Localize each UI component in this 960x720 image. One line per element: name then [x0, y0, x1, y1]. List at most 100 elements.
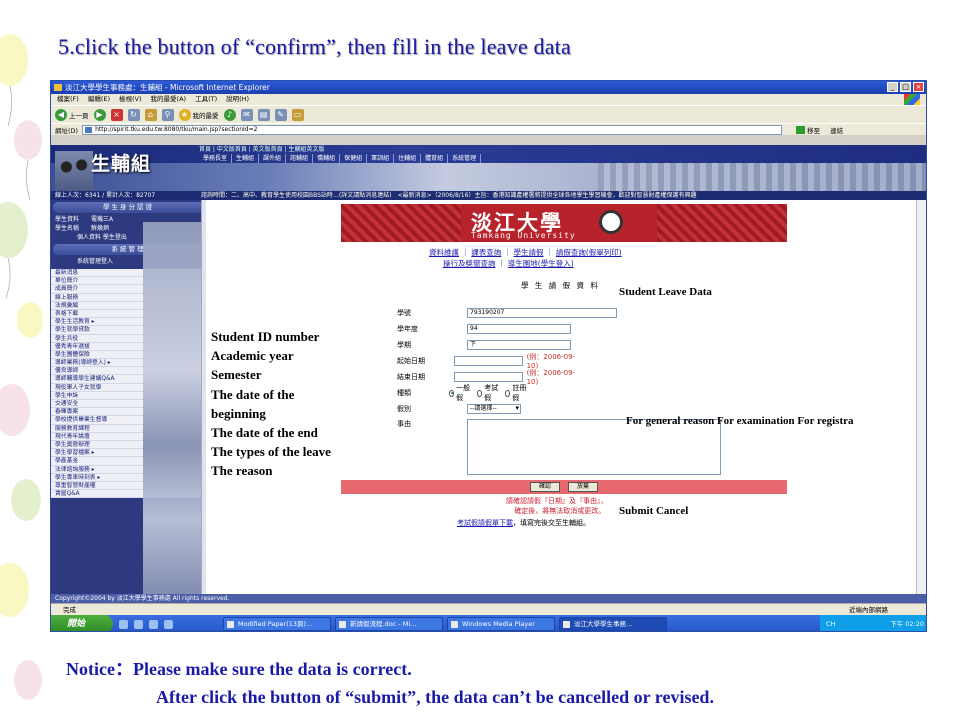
confirm-button[interactable]: 確認 — [529, 482, 560, 492]
tab-sports[interactable]: 體育組 — [421, 154, 449, 163]
tab-extracurricular[interactable]: 課外組 — [259, 154, 287, 163]
menu-help[interactable]: 說明(H) — [226, 94, 249, 105]
menu-view[interactable]: 檢視(V) — [119, 94, 142, 105]
tab-counseling[interactable]: 諮輔組 — [286, 154, 314, 163]
academic-year-field[interactable]: 94 — [467, 324, 571, 334]
quick-launch-icon[interactable] — [134, 619, 143, 629]
taskbar-item-paper[interactable]: Modified Paper(13頁)… — [223, 617, 331, 631]
go-arrow-icon — [796, 125, 806, 134]
end-date-field[interactable] — [453, 372, 523, 382]
link-conduct-query[interactable]: 操行及獎懲查詢 — [443, 259, 496, 268]
function-links: 資料維護 ｜ 課表查詢 ｜ 學生請假 ｜ 請假查詢(假單列印) 操行及獎懲查詢 … — [429, 248, 622, 268]
exam-form-download-link[interactable]: 考試假請假單下載 — [457, 519, 513, 527]
menu-favorites[interactable]: 我的最愛(A) — [151, 94, 187, 105]
forward-arrow-icon: ▶ — [93, 108, 106, 121]
close-button[interactable]: × — [913, 82, 924, 92]
start-date-field[interactable] — [453, 356, 523, 366]
maximize-button[interactable]: □ — [900, 82, 911, 92]
site-logo: 生輔組 — [91, 153, 152, 175]
tab-system[interactable]: 系統管理 — [448, 154, 482, 163]
go-button[interactable]: 移至 — [796, 125, 820, 135]
type-general-radio[interactable]: 一般假 — [448, 383, 471, 403]
link-data-maintenance[interactable]: 資料維護 — [429, 248, 459, 257]
sidebar-building-photo — [143, 222, 205, 594]
news-marquee[interactable]: 諮詢時間：二、高中、教育學生使用校園BBS站時…(詳文請點消息連結) <最新消息… — [201, 191, 696, 200]
tab-overseas[interactable]: 僑輔組 — [313, 154, 341, 163]
links-button[interactable]: 連結 — [830, 125, 843, 135]
taskbar-item-media-player[interactable]: Windows Media Player — [447, 617, 555, 631]
overlay-label: Student ID number — [211, 329, 320, 344]
overlay-label: The reason — [211, 463, 273, 479]
sidebar: 學生身分認證 學生資料 電機三A 學生名稱 鮮煥炳 個人資料 學生登出 系統管理… — [51, 200, 206, 603]
tab-housing[interactable]: 住輔組 — [394, 154, 422, 163]
exam-download: 考試假請假單下載，填寫完後交至生輔組。 — [457, 518, 590, 528]
overlay-whitebox — [349, 467, 381, 480]
window-titlebar: 淡江大學學生事務處：生輔組 - Microsoft Internet Explo… — [51, 81, 926, 94]
menu-tools[interactable]: 工具(T) — [195, 94, 217, 105]
sidebar-scrollbar[interactable] — [201, 200, 206, 603]
radio-icon — [504, 389, 511, 397]
link-timetable[interactable]: 課表查詢 — [471, 248, 501, 257]
quick-launch-icon[interactable] — [119, 619, 128, 629]
overlay-label: beginning — [211, 405, 266, 421]
search-button[interactable]: ⚲ — [161, 108, 174, 121]
link-leave-query[interactable]: 請假查詢(假單列印) — [556, 248, 622, 257]
refresh-button[interactable]: ↻ — [127, 108, 140, 121]
browser-toolbar: ◀ 上一頁 ▶ × ↻ ⌂ ⚲ ★ 我的最愛 ♪ ✉ ▤ ✎ ▭ — [51, 105, 926, 123]
quick-launch-icon[interactable] — [164, 619, 173, 629]
end-date-label: 結束日期 — [397, 373, 425, 381]
forward-button[interactable]: ▶ — [93, 108, 106, 121]
quick-launch-icon[interactable] — [149, 619, 158, 629]
quick-launch — [113, 619, 223, 629]
print-button[interactable]: ▤ — [257, 108, 270, 121]
tab-dean[interactable]: 學務長室 — [199, 154, 233, 163]
overlay-label: The date of the end — [211, 425, 318, 441]
messenger-button[interactable]: ▭ — [291, 108, 304, 121]
semester-field[interactable]: 下 — [467, 340, 571, 350]
type-registration-radio[interactable]: 註冊假 — [504, 383, 527, 403]
address-input[interactable]: http://spirit.tku.edu.tw:8080/tku/main.j… — [82, 124, 783, 135]
browser-statusbar: 完成 近端內部網路 — [51, 603, 926, 615]
link-student-leave[interactable]: 學生請假 — [514, 248, 544, 257]
address-label: 網址(D) — [55, 126, 79, 135]
tab-military[interactable]: 軍訓組 — [367, 154, 395, 163]
sidebar-section-auth: 學生身分認證 — [53, 202, 204, 213]
edit-button[interactable]: ✎ — [274, 108, 287, 121]
notice-line-1: Notice：Please make sure the data is corr… — [66, 659, 412, 679]
language-indicator[interactable]: CH — [826, 615, 835, 631]
favorites-button[interactable]: ★ 我的最愛 — [178, 108, 219, 121]
start-button[interactable]: 開始 — [51, 615, 113, 631]
home-icon: ⌂ — [144, 108, 157, 121]
taskbar-item-ie[interactable]: 淡江大學學生事務… — [559, 617, 667, 631]
end-date-hint: (例：2006-09-10) — [526, 369, 576, 386]
site-status-line: 線上人次：6341 / 累計人次：82707 諮詢時間：二、高中、教育學生使用校… — [51, 191, 926, 200]
media-button[interactable]: ♪ — [223, 108, 236, 121]
minimize-button[interactable]: _ — [887, 82, 898, 92]
tab-student-affairs[interactable]: 生輔組 — [232, 154, 260, 163]
type-exam-radio[interactable]: 考試假 — [476, 383, 499, 403]
back-arrow-icon: ◀ — [55, 108, 67, 121]
student-id-field[interactable]: 793190207 — [467, 308, 617, 318]
site-top-links[interactable]: 首頁 | 中文版首頁 | 英文版首頁 | 生輔組英文版 — [199, 145, 325, 154]
address-bar: 網址(D) http://spirit.tku.edu.tw:8080/tku/… — [51, 123, 926, 135]
menu-file[interactable]: 檔案(F) — [57, 94, 79, 105]
windows-logo-icon — [904, 94, 920, 105]
link-mentor-area[interactable]: 導生園地(學生登入) — [508, 259, 574, 268]
reason-textarea[interactable] — [467, 419, 721, 475]
overlay-label: Academic year — [211, 348, 294, 364]
home-button[interactable]: ⌂ — [144, 108, 157, 121]
page-scrollbar[interactable] — [916, 200, 926, 603]
refresh-icon: ↻ — [127, 108, 140, 121]
stop-button[interactable]: × — [110, 108, 123, 121]
tab-health[interactable]: 保健組 — [340, 154, 368, 163]
back-button[interactable]: ◀ 上一頁 — [55, 108, 89, 121]
taskbar-item-word-doc[interactable]: 新請假流程.doc - Mi… — [335, 617, 443, 631]
stop-icon: × — [110, 108, 123, 121]
leave-kind-select[interactable]: --請選擇-- — [467, 404, 521, 414]
status-text: 完成 — [63, 606, 76, 614]
site-header: 首頁 | 中文版首頁 | 英文版首頁 | 生輔組英文版 學務長室 生輔組 課外組… — [51, 145, 926, 163]
mail-button[interactable]: ✉ — [240, 108, 253, 121]
reason-label: 事由 — [397, 420, 411, 428]
cancel-button[interactable]: 放棄 — [568, 482, 599, 492]
menu-edit[interactable]: 編輯(E) — [88, 94, 110, 105]
